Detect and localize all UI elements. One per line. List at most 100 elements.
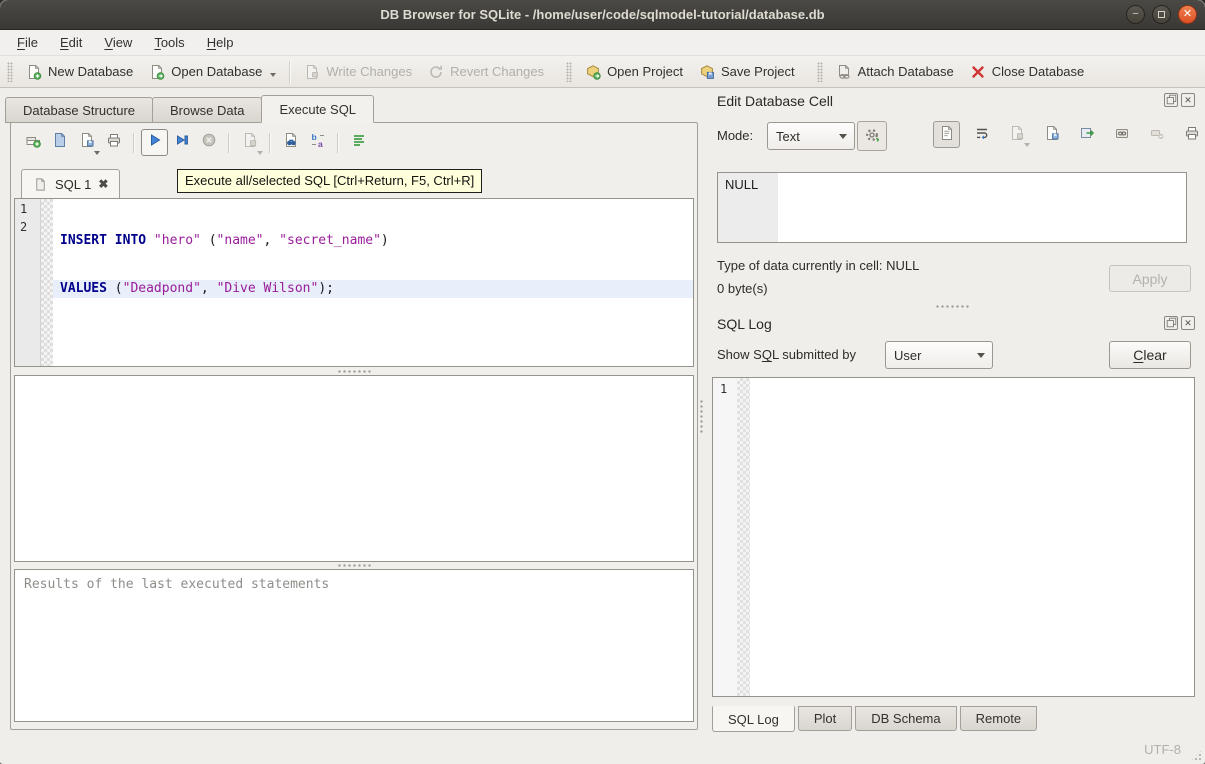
fold-margin: [41, 199, 53, 366]
dock-float-button[interactable]: [1164, 93, 1178, 107]
splitter-handle[interactable]: [11, 562, 697, 569]
log-filter-select[interactable]: User: [885, 341, 993, 369]
menu-file[interactable]: File: [6, 30, 49, 55]
link-icon: [1114, 125, 1130, 144]
close-button[interactable]: ✕: [1178, 5, 1197, 24]
auto-mode-button[interactable]: [857, 121, 887, 151]
menu-help[interactable]: Help: [196, 30, 245, 55]
dock-splitter-handle[interactable]: [705, 303, 1199, 310]
log-line-number-gutter: 1: [713, 378, 737, 696]
dock-buttons: ✕: [1164, 93, 1195, 107]
title-bar[interactable]: DB Browser for SQLite - /home/user/code/…: [0, 0, 1205, 30]
menu-edit[interactable]: Edit: [49, 30, 93, 55]
print-sql-button[interactable]: [100, 129, 127, 156]
open-database-button[interactable]: Open Database: [141, 60, 284, 84]
find-replace-button[interactable]: ba: [304, 129, 331, 156]
execute-sql-button[interactable]: [141, 129, 168, 156]
stop-execution-button[interactable]: [195, 129, 222, 156]
dock-tab-plot[interactable]: Plot: [798, 706, 852, 731]
open-external-button[interactable]: [1108, 121, 1135, 148]
results-grid[interactable]: [14, 375, 694, 562]
revert-changes-button[interactable]: Revert Changes: [420, 60, 552, 84]
clear-log-button[interactable]: Clear: [1109, 341, 1191, 369]
text-mode-button[interactable]: [933, 121, 960, 148]
mode-select[interactable]: Text: [767, 122, 855, 150]
sql-document-tabs: SQL 1 ✖: [21, 169, 120, 199]
write-changes-button[interactable]: Write Changes: [296, 60, 420, 84]
new-sql-tab-button[interactable]: [19, 129, 46, 156]
menu-view[interactable]: View: [93, 30, 143, 55]
close-icon: ✕: [1184, 95, 1192, 106]
save-sql-file-button[interactable]: [73, 129, 100, 156]
dock-close-button[interactable]: ✕: [1181, 93, 1195, 107]
tab-browse-data[interactable]: Browse Data: [152, 97, 262, 123]
new-database-button[interactable]: New Database: [18, 60, 141, 84]
splitter-handle[interactable]: [11, 368, 697, 375]
dock-float-button[interactable]: [1164, 316, 1178, 330]
print-cell-button[interactable]: [1178, 121, 1205, 148]
menu-tools[interactable]: Tools: [143, 30, 195, 55]
play-icon: [147, 132, 163, 153]
panel-splitter[interactable]: [698, 88, 705, 735]
sql-editor[interactable]: 1 2 INSERT INTO "hero" ("name", "secret_…: [14, 198, 694, 367]
sql-log-view[interactable]: 1: [712, 377, 1195, 697]
app-window: DB Browser for SQLite - /home/user/code/…: [0, 0, 1205, 764]
export-cell-button[interactable]: [1073, 121, 1100, 148]
code-line-1: INSERT INTO "hero" ("name", "secret_name…: [53, 232, 693, 250]
set-null-button[interactable]: [1143, 121, 1170, 148]
resize-grip[interactable]: [1190, 749, 1203, 762]
toolbar-separator: [289, 61, 291, 83]
open-project-button[interactable]: Open Project: [577, 60, 691, 84]
revert-changes-icon: [428, 64, 444, 80]
attach-database-button[interactable]: Attach Database: [828, 60, 962, 84]
find-button[interactable]: [277, 129, 304, 156]
status-bar: UTF-8: [0, 735, 1205, 764]
maximize-button[interactable]: [1152, 5, 1171, 24]
encoding-indicator[interactable]: UTF-8: [1144, 742, 1181, 757]
save-cell-button[interactable]: [1003, 121, 1030, 148]
cell-editor-toolbar: [933, 121, 1205, 148]
sql-document-tab[interactable]: SQL 1 ✖: [21, 169, 120, 198]
tab-database-structure[interactable]: Database Structure: [5, 97, 153, 123]
cell-text-area[interactable]: [778, 173, 1186, 242]
float-icon: [1166, 94, 1177, 107]
code-area[interactable]: INSERT INTO "hero" ("name", "secret_name…: [53, 199, 693, 366]
save-project-button[interactable]: Save Project: [691, 60, 803, 84]
save-cell-dropdown-icon[interactable]: [1024, 143, 1030, 147]
dock-tab-remote[interactable]: Remote: [960, 706, 1038, 731]
minimize-button[interactable]: −: [1126, 5, 1145, 24]
results-message-pane[interactable]: Results of the last executed statements: [14, 569, 694, 722]
save-results-dropdown-icon[interactable]: [257, 151, 263, 155]
save-disabled-icon: [1009, 125, 1025, 144]
cell-value-label: NULL: [718, 173, 778, 242]
save-file-icon: [79, 132, 95, 153]
mode-label: Mode:: [717, 128, 753, 143]
play-to-cursor-icon: [174, 132, 190, 153]
format-sql-button[interactable]: [345, 129, 372, 156]
toolbar-drag-handle[interactable]: [7, 62, 13, 82]
open-database-dropdown-icon[interactable]: [270, 73, 276, 77]
log-line-number: 1: [720, 382, 727, 396]
execute-sql-pane: ba SQL 1 ✖ Execute all/selected SQL [Ctr…: [10, 122, 698, 730]
apply-button[interactable]: Apply: [1109, 265, 1191, 292]
results-placeholder: Results of the last executed statements: [15, 570, 693, 599]
dock-tab-db-schema[interactable]: DB Schema: [855, 706, 956, 731]
cell-type-info: Type of data currently in cell: NULL: [717, 258, 919, 273]
word-wrap-button[interactable]: [968, 121, 995, 148]
toolbar-drag-handle[interactable]: [566, 62, 572, 82]
minimize-icon: −: [1132, 9, 1138, 20]
open-sql-file-button[interactable]: [46, 129, 73, 156]
save-results-button[interactable]: [236, 129, 263, 156]
cell-editor[interactable]: NULL: [717, 172, 1187, 243]
close-database-button[interactable]: Close Database: [962, 60, 1093, 84]
dock-tab-sql-log[interactable]: SQL Log: [712, 706, 795, 732]
tab-execute-sql[interactable]: Execute SQL: [261, 95, 374, 123]
window-controls: − ✕: [1126, 5, 1197, 24]
dock-close-button[interactable]: ✕: [1181, 316, 1195, 330]
import-cell-button[interactable]: [1038, 121, 1065, 148]
tab-close-icon[interactable]: ✖: [98, 177, 108, 191]
execute-current-line-button[interactable]: [168, 129, 195, 156]
toolbar-drag-handle[interactable]: [817, 62, 823, 82]
close-database-icon: [970, 64, 986, 80]
sql-file-icon: [33, 177, 48, 192]
